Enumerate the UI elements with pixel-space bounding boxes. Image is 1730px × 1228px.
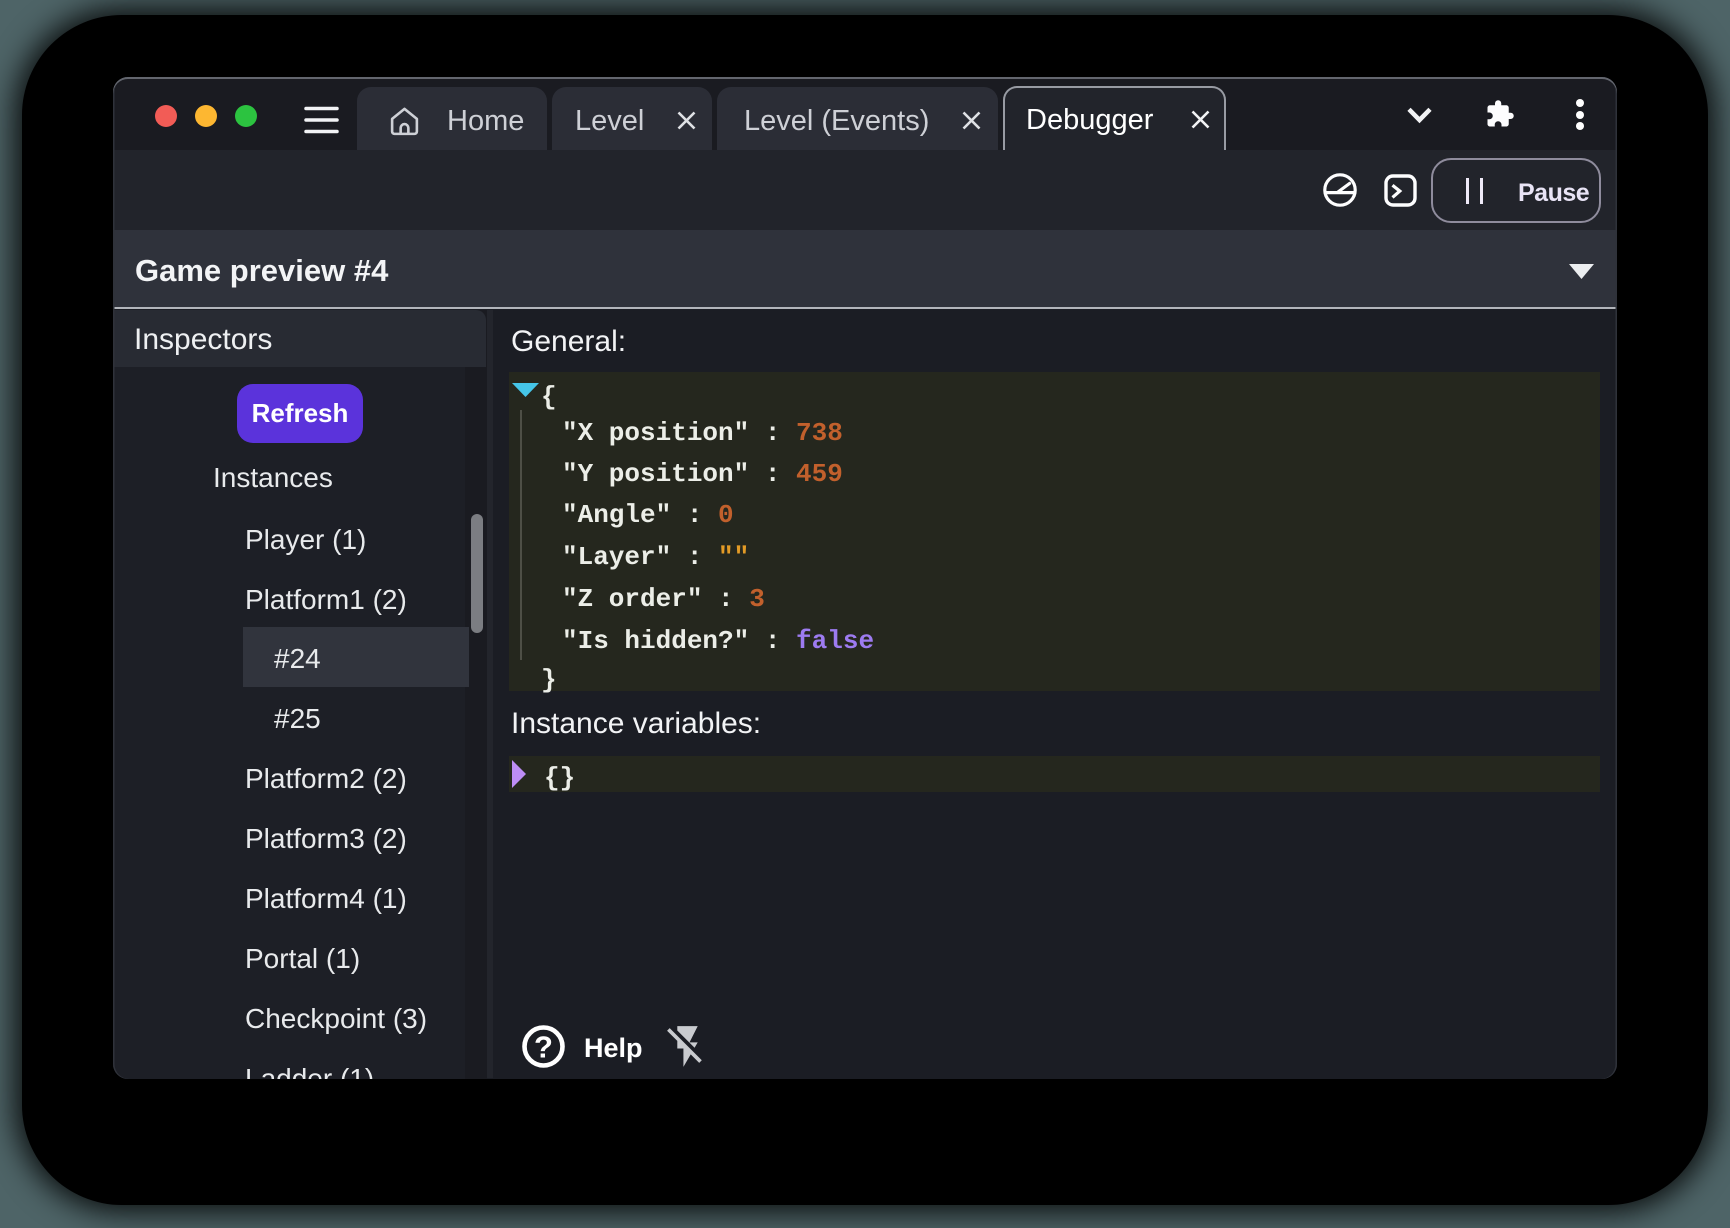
svg-text:?: ?: [534, 1030, 553, 1065]
